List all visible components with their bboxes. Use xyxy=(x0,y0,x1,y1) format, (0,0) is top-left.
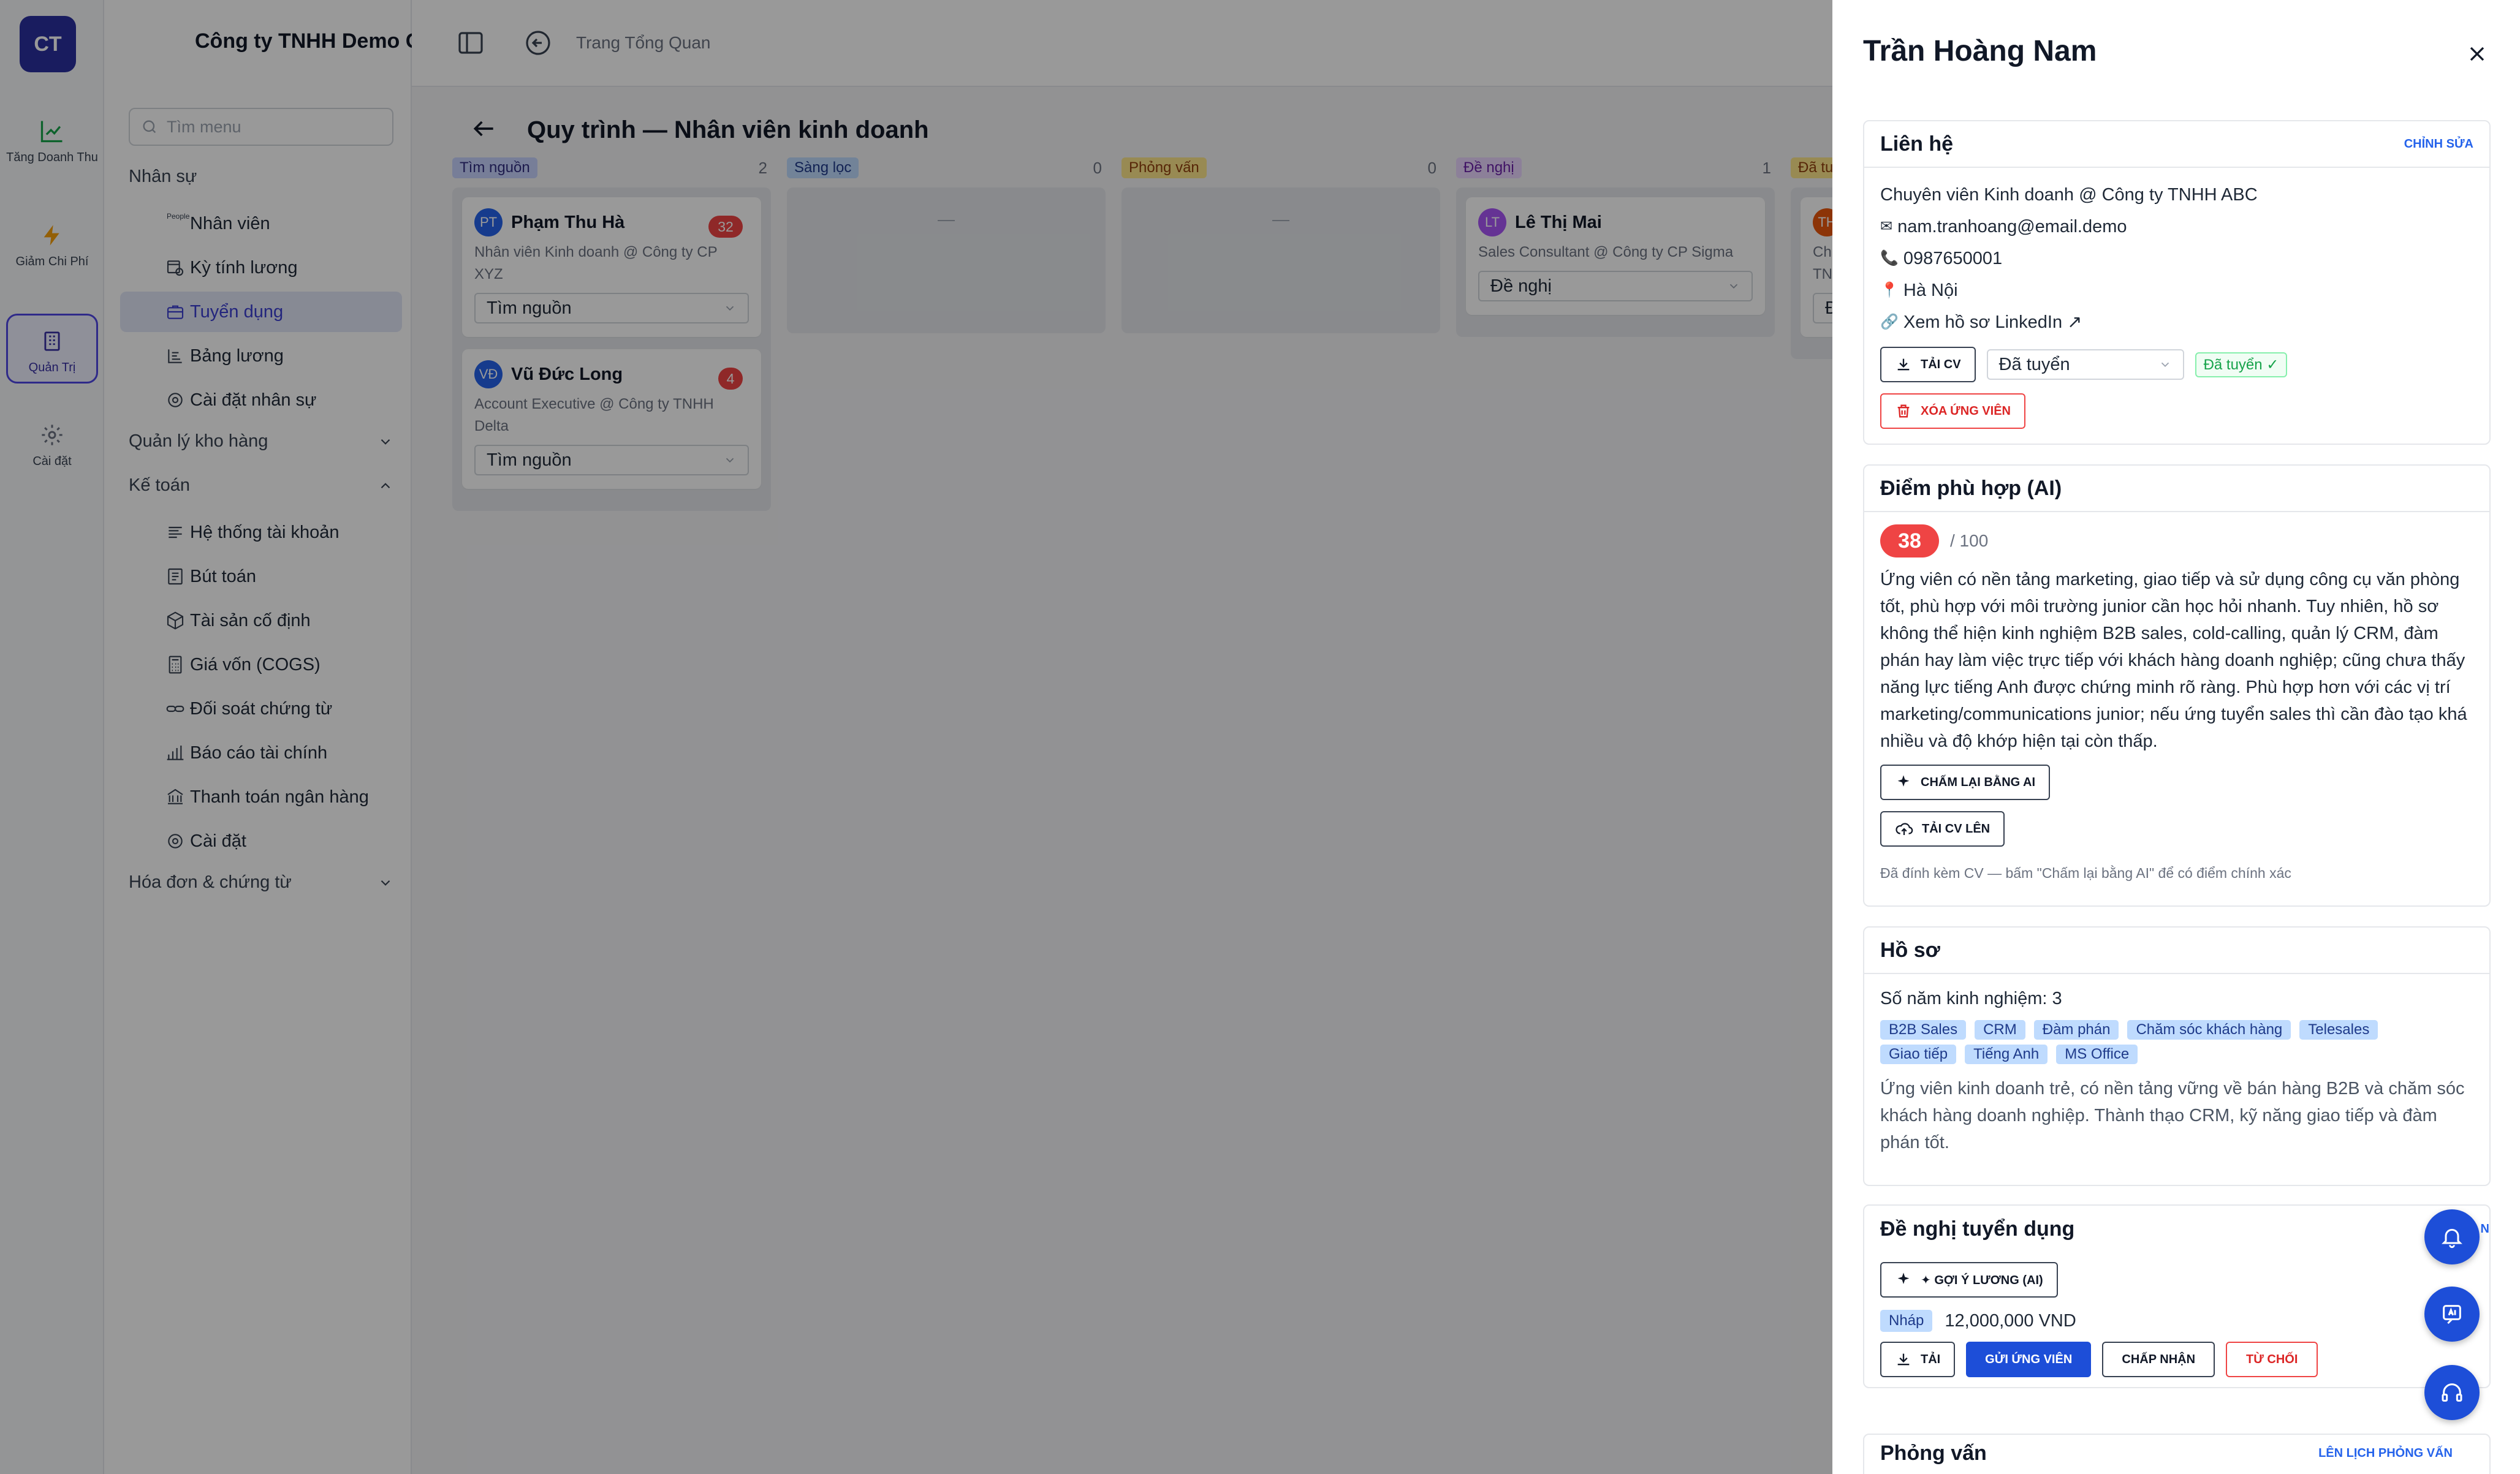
email-value[interactable]: nam.tranhoang@email.demo xyxy=(1897,211,2127,243)
skill-tag: MS Office xyxy=(2056,1045,2138,1064)
section-title: Đề nghị tuyển dụng xyxy=(1880,1217,2075,1241)
phone-value[interactable]: 0987650001 xyxy=(1903,243,2002,274)
linkedin-link[interactable]: Xem hồ sơ LinkedIn ↗ xyxy=(1903,306,2082,338)
suggest-salary-button[interactable]: ✦ GỢI Ý LƯƠNG (AI) xyxy=(1880,1262,2058,1298)
skill-tag: Tiếng Anh xyxy=(1965,1045,2048,1064)
skill-tag: B2B Sales xyxy=(1880,1020,1967,1040)
offer-amount: 12,000,000 VND xyxy=(1945,1310,2076,1331)
sparkle-icon xyxy=(1897,1272,1910,1284)
mail-icon: ✉ xyxy=(1880,218,1893,235)
reject-offer-button[interactable]: TỪ CHỐI xyxy=(2226,1342,2318,1377)
profile-section: Hồ sơ Số năm kinh nghiệm: 3 B2B Sales CRM… xyxy=(1863,926,2491,1186)
status-badge: Đã tuyển ✓ xyxy=(2195,352,2288,377)
ai-summary: Ứng viên có nền tảng marketing, giao tiế… xyxy=(1880,570,2467,751)
link-icon: 🔗 xyxy=(1880,314,1899,330)
chevron-down-icon xyxy=(2161,362,2169,368)
download-offer-button[interactable]: TẢI xyxy=(1880,1342,1956,1377)
sparkle-icon xyxy=(1897,775,1910,787)
experience-years: Số năm kinh nghiệm: 3 xyxy=(1880,989,2062,1008)
ai-chat-icon xyxy=(2443,1305,2461,1325)
trash-icon xyxy=(1897,404,1910,418)
skill-tag: Đàm phán xyxy=(2033,1020,2119,1040)
support-fab[interactable] xyxy=(2424,1365,2480,1420)
profile-summary: Ứng viên kinh doanh trẻ, có nền tảng vữn… xyxy=(1880,1079,2465,1152)
section-title: Liên hệ xyxy=(1880,132,1954,156)
candidate-name-title: Trần Hoàng Nam xyxy=(1863,35,2097,67)
upload-cv-button[interactable]: TẢI CV LÊN xyxy=(1880,811,2005,847)
cv-attached-note: Đã đính kèm CV — bấm "Chấm lại bằng AI" … xyxy=(1880,865,2291,881)
skill-tag: Telesales xyxy=(2299,1020,2378,1040)
pin-icon: 📍 xyxy=(1880,282,1899,298)
ai-score-max: / 100 xyxy=(1950,531,1989,550)
candidate-headline: Chuyên viên Kinh doanh @ Công ty TNHH AB… xyxy=(1880,185,2258,205)
download-cv-button[interactable]: TẢI CV xyxy=(1880,347,1976,382)
status-select[interactable]: Đã tuyển xyxy=(1986,349,2184,380)
candidate-detail-panel: Trần Hoàng Nam Liên hệ CHỈNH SỬA Chuyên … xyxy=(1832,0,2520,1474)
interview-section: Phỏng vấn LÊN LỊCH PHỎNG VẤN xyxy=(1863,1434,2491,1474)
edit-contact-link[interactable]: CHỈNH SỬA xyxy=(2404,137,2473,151)
skill-tags: B2B Sales CRM Đàm phán Chăm sóc khách hàng T… xyxy=(1880,1020,2419,1069)
download-icon xyxy=(1897,358,1910,371)
schedule-interview-link[interactable]: LÊN LỊCH PHỎNG VẤN xyxy=(2318,1446,2453,1461)
ai-assistant-fab[interactable] xyxy=(2424,1287,2480,1342)
location-value: Hà Nội xyxy=(1903,281,1958,300)
section-title: Hồ sơ xyxy=(1880,938,1940,962)
skill-tag: CRM xyxy=(1975,1020,2025,1040)
delete-candidate-button[interactable]: XÓA ỨNG VIÊN xyxy=(1880,393,2025,429)
phone-icon: 📞 xyxy=(1880,250,1899,266)
contact-section: Liên hệ CHỈNH SỬA Chuyên viên Kinh doanh… xyxy=(1863,120,2491,445)
modal-backdrop[interactable] xyxy=(0,0,1832,1474)
offer-status-badge: Nháp xyxy=(1880,1310,1933,1332)
cloud-upload-icon xyxy=(1896,823,1913,835)
close-icon[interactable] xyxy=(2465,42,2489,66)
section-title: Phỏng vấn xyxy=(1880,1441,1987,1465)
skill-tag: Chăm sóc khách hàng xyxy=(2127,1020,2291,1040)
skill-tag: Giao tiếp xyxy=(1880,1045,1957,1064)
rescore-ai-button[interactable]: CHẤM LẠI BẰNG AI xyxy=(1880,765,2051,800)
offer-section: Đề nghị tuyển dụng TẠO ĐỀ N ✦ GỢI Ý LƯƠN… xyxy=(1863,1204,2491,1388)
download-icon xyxy=(1897,1353,1910,1366)
bell-icon xyxy=(2442,1228,2462,1249)
headset-icon xyxy=(2442,1383,2462,1402)
section-title: Điểm phù hợp (AI) xyxy=(1880,476,2062,500)
send-to-candidate-button[interactable]: GỬI ỨNG VIÊN xyxy=(1966,1342,2092,1377)
notification-fab[interactable] xyxy=(2424,1209,2480,1264)
ai-score-badge: 38 xyxy=(1880,524,1939,557)
accept-offer-button[interactable]: CHẤP NHẬN xyxy=(2102,1342,2215,1377)
ai-score-section: Điểm phù hợp (AI) 38 / 100 Ứng viên có n… xyxy=(1863,464,2491,907)
